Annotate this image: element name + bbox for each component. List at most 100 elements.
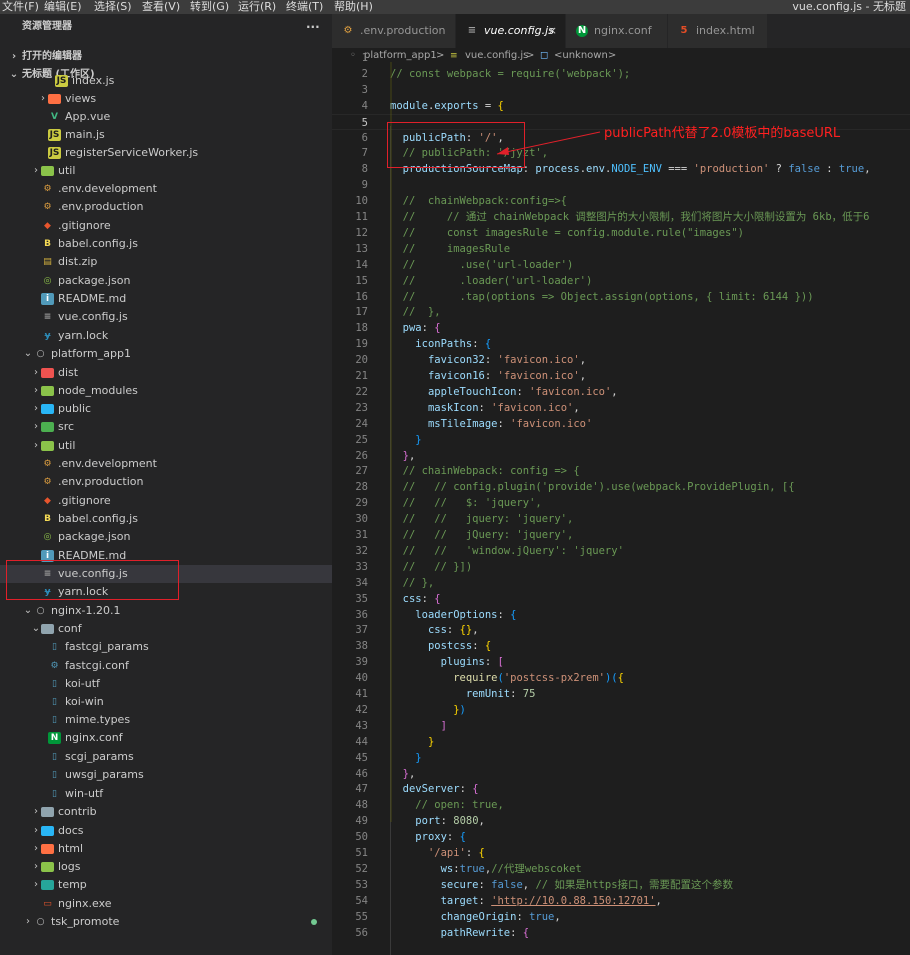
code-text: // // 'window.jQuery': 'jquery': [390, 543, 624, 559]
tree-item[interactable]: ⌄ ○ platform_app1: [0, 345, 332, 363]
menu-item[interactable]: 选择(S): [94, 0, 132, 14]
line-number: 38: [355, 640, 368, 653]
code-token: }: [427, 735, 435, 748]
code-line: 52 ws:true,//代理webscoket: [332, 861, 910, 877]
folder-views-icon: [48, 94, 61, 104]
tree-item[interactable]: ▭ nginx.exe: [0, 895, 332, 913]
tree-item[interactable]: ▯ mime.types: [0, 711, 332, 729]
code-text: require('postcss-px2rem')({: [390, 670, 624, 686]
menu-item[interactable]: 文件(F): [2, 0, 39, 14]
code-token: {: [522, 926, 530, 939]
menu-item[interactable]: 编辑(E): [44, 0, 82, 14]
tree-item[interactable]: ◆ .gitignore: [0, 217, 332, 235]
tree-item[interactable]: JS index.js: [0, 72, 332, 90]
menu-item[interactable]: 终端(T): [286, 0, 323, 14]
tree-item[interactable]: ▯ koi-utf: [0, 675, 332, 693]
tree-item[interactable]: › contrib: [0, 803, 332, 821]
code-token: // },: [390, 576, 435, 589]
tree-item[interactable]: V App.vue: [0, 108, 332, 126]
menu-item[interactable]: 转到(G): [190, 0, 229, 14]
line-number: 36: [355, 608, 368, 621]
tree-item-label: mime.types: [65, 713, 131, 726]
code-text: remUnit: 75: [390, 686, 536, 702]
tree-item[interactable]: ◎ package.json: [0, 528, 332, 546]
tree-item[interactable]: ◆ .gitignore: [0, 492, 332, 510]
tree-item[interactable]: ⚙ .env.development: [0, 455, 332, 473]
tree-item[interactable]: Nnginx.conf: [0, 729, 332, 747]
tree-item[interactable]: › logs: [0, 858, 332, 876]
tree-item[interactable]: JS main.js: [0, 126, 332, 144]
tree-item[interactable]: ɏ yarn.lock: [0, 327, 332, 345]
tree-item[interactable]: ⌄ conf: [0, 620, 332, 638]
tree-item[interactable]: ▯ uwsgi_params: [0, 766, 332, 784]
code-token: pathRewrite: [440, 926, 511, 939]
tree-item[interactable]: ▯ koi-win: [0, 693, 332, 711]
tree-item[interactable]: › util: [0, 437, 332, 455]
code-line: 32 // // 'window.jQuery': 'jquery': [332, 543, 910, 559]
tree-item[interactable]: › dist: [0, 364, 332, 382]
open-editors-section[interactable]: › 打开的编辑器: [0, 48, 332, 66]
menu-item[interactable]: 帮助(H): [334, 0, 373, 14]
tree-item[interactable]: ▯ fastcgi_params: [0, 638, 332, 656]
line-number: 51: [355, 847, 368, 859]
tree-item[interactable]: › util: [0, 162, 332, 180]
tree-item[interactable]: › src: [0, 418, 332, 436]
code-token: appleTouchIcon: [427, 385, 517, 398]
chevron-down-icon[interactable]: ⌄: [22, 602, 34, 620]
tree-item[interactable]: ≡ vue.config.js: [0, 308, 332, 326]
code-token: }: [415, 751, 422, 764]
tree-item[interactable]: ≡ vue.config.js: [0, 565, 332, 583]
line-number: 28: [355, 481, 368, 494]
tree-item[interactable]: ⚙ .env.production: [0, 198, 332, 216]
tree-item[interactable]: ⚙ .env.development: [0, 180, 332, 198]
tree-item[interactable]: Bbabel.config.js: [0, 510, 332, 528]
editor-area: ⚙ .env.production ≡ vue.config.js × Nnginx.co…: [332, 14, 910, 955]
tree-item-label: package.json: [58, 530, 131, 543]
line-number: 13: [355, 242, 368, 255]
tree-item[interactable]: ◎ package.json: [0, 272, 332, 290]
tree-item[interactable]: Bbabel.config.js: [0, 235, 332, 253]
line-number: 26: [355, 449, 368, 462]
tree-item[interactable]: JS registerServiceWorker.js: [0, 144, 332, 162]
tree-item[interactable]: ▤ dist.zip: [0, 253, 332, 271]
chevron-down-icon[interactable]: ⌄: [22, 345, 34, 363]
chevron-right-icon[interactable]: ›: [22, 913, 34, 931]
tree-item[interactable]: ⚙ .env.production: [0, 473, 332, 491]
code-token: favicon16: [427, 370, 485, 382]
tree-item[interactable]: › temp: [0, 876, 332, 894]
tree-item[interactable]: › public: [0, 400, 332, 418]
tree-item[interactable]: i README.md: [0, 290, 332, 308]
tree-item[interactable]: ▯ win-utf: [0, 785, 332, 803]
tree-item[interactable]: ⚙ fastcgi.conf: [0, 657, 332, 675]
tree-item-label: .gitignore: [58, 219, 111, 232]
code-text: },: [390, 448, 416, 464]
tree-item[interactable]: › node_modules: [0, 382, 332, 400]
tree-item[interactable]: ɏ yarn.lock: [0, 583, 332, 601]
tree-item[interactable]: › views: [0, 90, 332, 108]
code-token: ): [459, 703, 466, 716]
tree-item[interactable]: ⌄ ○ nginx-1.20.1: [0, 602, 332, 620]
more-actions-icon[interactable]: ···: [306, 18, 320, 36]
menu-item[interactable]: 运行(R): [238, 0, 276, 14]
menu-item[interactable]: 查看(V): [142, 0, 180, 14]
root-folder-icon: ○: [36, 917, 45, 927]
explorer-header: 资源管理器 ···: [0, 18, 332, 36]
tree-item[interactable]: › docs: [0, 822, 332, 840]
code-token: target: [440, 894, 479, 907]
code-text: port: 8080,: [390, 813, 485, 829]
tree-item[interactable]: ▯ scgi_params: [0, 748, 332, 766]
tree-item[interactable]: › ○ tsk_promote: [0, 913, 332, 931]
code-token: {: [434, 592, 441, 605]
code-text: secure: false, // 如果是https接口，需要配置这个参数: [390, 877, 733, 893]
tree-item-label: .gitignore: [58, 494, 111, 507]
tree-item[interactable]: i README.md: [0, 547, 332, 565]
code-token: {: [434, 322, 441, 335]
code-token: // // config.plugin('provide').use(webpa…: [390, 481, 795, 494]
code-line: 29 // // $: 'jquery',: [332, 495, 910, 511]
tree-item[interactable]: › html: [0, 840, 332, 858]
